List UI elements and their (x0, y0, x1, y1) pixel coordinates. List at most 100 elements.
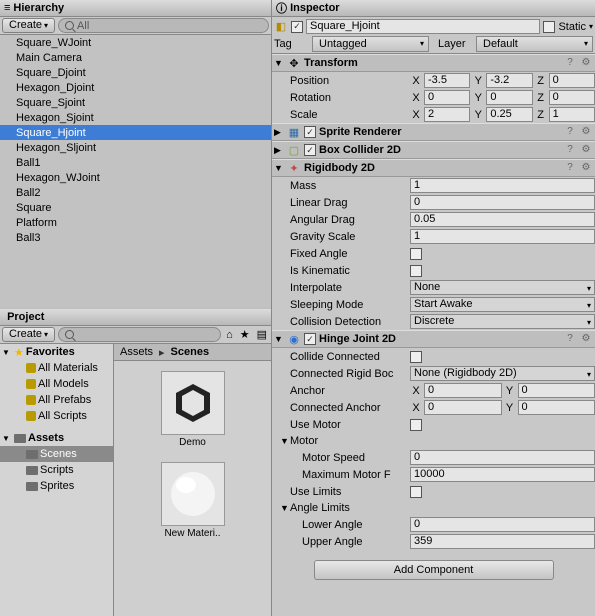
scale-z-field[interactable]: 1 (549, 107, 595, 122)
gear-icon[interactable]: ⚙ (579, 57, 593, 69)
filter-icon[interactable]: ▤ (255, 328, 269, 341)
hierarchy-item[interactable]: Hexagon_Djoint (0, 80, 271, 95)
fixed-angle-checkbox[interactable] (410, 248, 422, 260)
project-tree[interactable]: ▼★ Favorites All MaterialsAll ModelsAll … (0, 344, 114, 616)
rotation-x-field[interactable]: 0 (424, 90, 470, 105)
foldout-icon[interactable]: ▼ (274, 334, 284, 344)
gear-icon[interactable]: ⚙ (579, 126, 593, 138)
mass-field[interactable]: 1 (410, 178, 595, 193)
gravity-scale-field[interactable]: 1 (410, 229, 595, 244)
hierarchy-item[interactable]: Hexagon_WJoint (0, 170, 271, 185)
asset-thumbnail[interactable]: Demo (153, 371, 233, 448)
hierarchy-item[interactable]: Square_Hjoint (0, 125, 271, 140)
angular-drag-field[interactable]: 0.05 (410, 212, 595, 227)
assets-group[interactable]: ▼ Assets (0, 430, 113, 446)
foldout-icon[interactable]: ▶ (274, 127, 284, 138)
layer-dropdown[interactable]: Default (476, 36, 593, 52)
collide-connected-checkbox[interactable] (410, 351, 422, 363)
favorite-item[interactable]: All Materials (0, 360, 113, 376)
interpolate-dropdown[interactable]: None (410, 280, 595, 295)
project-create-button[interactable]: Create (2, 327, 55, 342)
collision-detection-dropdown[interactable]: Discrete (410, 314, 595, 329)
use-motor-checkbox[interactable] (410, 419, 422, 431)
collider-enabled-checkbox[interactable] (304, 144, 316, 156)
hierarchy-list[interactable]: Square_WJointMain CameraSquare_DjointHex… (0, 35, 271, 307)
add-component-button[interactable]: Add Component (314, 560, 554, 580)
breadcrumb[interactable]: Assets Scenes (114, 344, 271, 361)
anchor-x-field[interactable]: 0 (424, 383, 502, 398)
folder-item[interactable]: Sprites (0, 478, 113, 494)
hierarchy-item[interactable]: Square_Djoint (0, 65, 271, 80)
anchor-y-field[interactable]: 0 (518, 383, 595, 398)
asset-thumbnail[interactable]: New Materi.. (153, 462, 233, 539)
foldout-icon[interactable]: ▼ (274, 58, 284, 68)
connected-body-field[interactable]: None (Rigidbody 2D) (410, 366, 595, 381)
favorite-item[interactable]: All Scripts (0, 408, 113, 424)
position-z-field[interactable]: 0 (549, 73, 595, 88)
asset-grid[interactable]: Demo New Materi.. (114, 361, 271, 616)
sprite-enabled-checkbox[interactable] (304, 126, 316, 138)
scale-x-field[interactable]: 2 (424, 107, 470, 122)
static-dropdown-icon[interactable]: ▾ (589, 22, 593, 31)
foldout-icon[interactable]: ▼ (280, 436, 290, 446)
favorite-item[interactable]: All Models (0, 376, 113, 392)
favorite-item[interactable]: All Prefabs (0, 392, 113, 408)
position-x-field[interactable]: -3.5 (424, 73, 470, 88)
hierarchy-item[interactable]: Main Camera (0, 50, 271, 65)
breadcrumb-item[interactable]: Assets (120, 346, 153, 358)
lower-angle-field[interactable]: 0 (410, 517, 595, 532)
scale-y-field[interactable]: 0.25 (486, 107, 532, 122)
motor-speed-field[interactable]: 0 (410, 450, 595, 465)
hierarchy-item[interactable]: Ball2 (0, 185, 271, 200)
hierarchy-item[interactable]: Hexagon_Sjoint (0, 110, 271, 125)
transform-component-header[interactable]: ▼ ✥ Transform ?⚙ (272, 54, 595, 72)
sprite-renderer-header[interactable]: ▶ ▦ Sprite Renderer ?⚙ (272, 123, 595, 141)
hierarchy-item[interactable]: Ball1 (0, 155, 271, 170)
rotation-z-field[interactable]: 0 (549, 90, 595, 105)
help-icon[interactable]: ? (563, 333, 577, 345)
help-icon[interactable]: ? (563, 126, 577, 138)
upper-angle-field[interactable]: 359 (410, 534, 595, 549)
gear-icon[interactable]: ⚙ (579, 144, 593, 156)
motor-force-field[interactable]: 10000 (410, 467, 595, 482)
position-y-field[interactable]: -3.2 (486, 73, 532, 88)
rigidbody-header[interactable]: ▼ ✦ Rigidbody 2D ?⚙ (272, 159, 595, 177)
gear-icon[interactable]: ⚙ (579, 333, 593, 345)
hierarchy-item[interactable]: Square_Sjoint (0, 95, 271, 110)
filter-icon[interactable]: ⌂ (224, 329, 235, 341)
gear-icon[interactable]: ⚙ (579, 162, 593, 174)
hierarchy-item[interactable]: Ball3 (0, 230, 271, 245)
hinge-joint-header[interactable]: ▼ ◉ Hinge Joint 2D ?⚙ (272, 330, 595, 348)
breadcrumb-item[interactable]: Scenes (171, 346, 210, 358)
help-icon[interactable]: ? (563, 144, 577, 156)
hierarchy-item[interactable]: Square_WJoint (0, 35, 271, 50)
project-search-input[interactable] (58, 327, 221, 342)
folder-item[interactable]: Scripts (0, 462, 113, 478)
hierarchy-item[interactable]: Hexagon_Sljoint (0, 140, 271, 155)
static-checkbox[interactable] (543, 21, 555, 33)
is-kinematic-checkbox[interactable] (410, 265, 422, 277)
help-icon[interactable]: ? (563, 57, 577, 69)
conn-anchor-y-field[interactable]: 0 (518, 400, 595, 415)
folder-item[interactable]: Scenes (0, 446, 113, 462)
hinge-enabled-checkbox[interactable] (304, 333, 316, 345)
help-icon[interactable]: ? (563, 162, 577, 174)
conn-anchor-x-field[interactable]: 0 (424, 400, 502, 415)
hierarchy-item[interactable]: Square (0, 200, 271, 215)
foldout-icon[interactable]: ▶ (274, 145, 284, 156)
box-collider-header[interactable]: ▶ ▢ Box Collider 2D ?⚙ (272, 141, 595, 159)
rotation-y-field[interactable]: 0 (486, 90, 532, 105)
linear-drag-field[interactable]: 0 (410, 195, 595, 210)
favorites-group[interactable]: ▼★ Favorites (0, 344, 113, 360)
foldout-icon[interactable]: ▼ (274, 163, 284, 173)
hierarchy-create-button[interactable]: Create (2, 18, 55, 33)
object-enabled-checkbox[interactable] (291, 21, 303, 33)
sleeping-mode-dropdown[interactable]: Start Awake (410, 297, 595, 312)
hierarchy-item[interactable]: Platform (0, 215, 271, 230)
hierarchy-search-input[interactable]: All (58, 18, 269, 33)
use-limits-checkbox[interactable] (410, 486, 422, 498)
filter-icon[interactable]: ★ (238, 328, 252, 341)
foldout-icon[interactable]: ▼ (280, 503, 290, 513)
tag-dropdown[interactable]: Untagged (312, 36, 429, 52)
object-name-field[interactable]: Square_Hjoint (306, 19, 540, 34)
